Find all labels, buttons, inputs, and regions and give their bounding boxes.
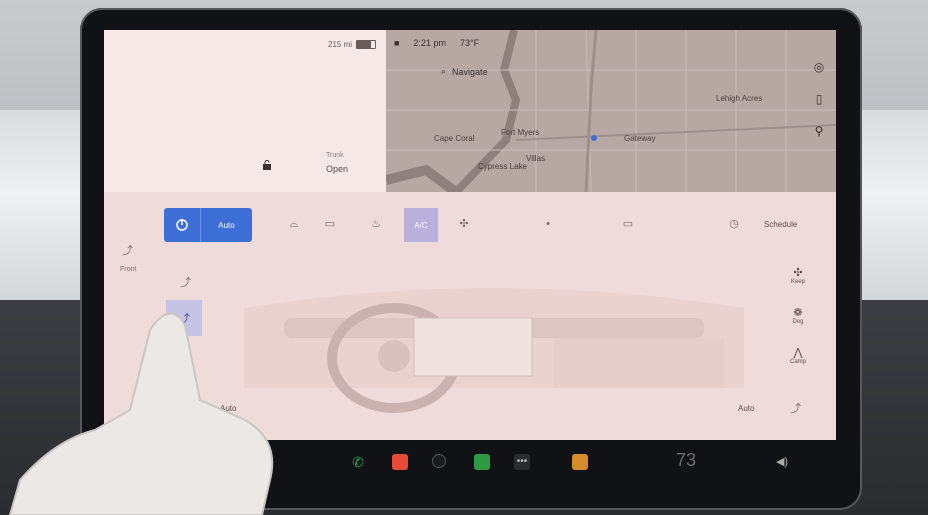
map-label: Gateway <box>624 134 656 143</box>
app-icon-red[interactable] <box>392 454 408 470</box>
navigate-search[interactable]: ⌕ Navigate <box>441 66 488 77</box>
map-roads <box>386 30 836 192</box>
schedule-button[interactable]: Schedule <box>764 220 797 229</box>
pin-icon[interactable]: ⚲ <box>812 124 826 138</box>
left-temp[interactable]: 69 <box>246 450 266 471</box>
camera-icon[interactable] <box>432 454 446 468</box>
clock-text: 2:21 pm <box>413 38 446 48</box>
compass-icon[interactable]: ◎ <box>812 60 826 74</box>
seat-heater-icon[interactable]: ♨ <box>368 216 384 232</box>
lock-status-icon: ■ <box>394 38 400 48</box>
map-label: Fort Myers <box>501 128 540 137</box>
keep-mode-button[interactable]: ✣ Keep <box>784 266 812 285</box>
media-app-icon[interactable] <box>572 454 588 470</box>
battery-indicator: 215 mi <box>328 40 377 49</box>
right-auto-label[interactable]: Auto <box>738 404 754 413</box>
defrost-rear-icon[interactable]: ▭ <box>322 216 338 232</box>
seat-heat-button[interactable]: ⤴ <box>166 300 202 336</box>
right-seat-icon[interactable]: ⤴ <box>790 400 801 416</box>
volume-icon[interactable]: ◀) <box>774 454 790 470</box>
power-icon <box>176 219 188 231</box>
keep-label: Keep <box>790 279 805 285</box>
phone-icon[interactable]: ✆ <box>350 454 366 470</box>
range-text: 215 mi <box>328 40 353 49</box>
outside-temp: 73°F <box>459 38 480 48</box>
trunk-label: Trunk <box>326 152 344 159</box>
lock-icon[interactable] <box>262 160 272 170</box>
camp-mode-button[interactable]: ⋀ Camp <box>784 346 812 365</box>
car-interior-image <box>244 288 744 413</box>
navigate-placeholder: Navigate <box>452 66 488 77</box>
fan-speed-dot[interactable]: • <box>540 216 556 232</box>
more-apps-icon[interactable]: ••• <box>514 454 530 470</box>
touchscreen: 215 mi Trunk Open ■ 2:21 pm 73°F ⌕ Navig… <box>104 30 836 440</box>
recirculate-icon[interactable]: ▭ <box>620 216 636 232</box>
left-auto-label[interactable]: Auto <box>220 404 236 413</box>
energy-app-icon[interactable] <box>474 454 490 470</box>
navigation-map[interactable]: ■ 2:21 pm 73°F ⌕ Navigate Cape Coral For… <box>386 30 836 192</box>
fan-mode-icon: ✣ <box>793 267 803 279</box>
car-status-panel: 215 mi Trunk Open <box>104 30 386 192</box>
battery-icon <box>356 40 377 49</box>
fan-icon[interactable]: ✣ <box>456 216 472 232</box>
defrost-front-icon[interactable]: ⌓ <box>286 216 302 232</box>
power-button[interactable] <box>164 208 201 242</box>
battery-fill <box>357 41 372 48</box>
map-label: Cypress Lake <box>478 162 527 171</box>
taskbar <box>104 440 836 484</box>
map-label: Cape Coral <box>434 134 475 143</box>
ac-button[interactable]: A/C <box>404 208 438 242</box>
search-icon: ⌕ <box>441 66 447 76</box>
charging-icon[interactable]: ▯ <box>812 92 826 106</box>
dog-label: Dog <box>792 319 804 325</box>
seat-icon: ⤴ <box>122 245 133 257</box>
map-status-bar: ■ 2:21 pm 73°F <box>394 38 479 48</box>
map-label: Villas <box>526 154 545 163</box>
climate-power-group: Auto <box>164 208 252 242</box>
camp-label: Camp <box>789 359 806 365</box>
front-label: Front <box>120 266 137 273</box>
dog-mode-button[interactable]: ❁ Dog <box>784 306 812 325</box>
right-temp[interactable]: 73 <box>676 450 696 471</box>
clock-icon[interactable]: ◷ <box>726 216 742 232</box>
seat-heat-icon[interactable]: ⤴ <box>180 274 191 290</box>
map-label: Lehigh Acres <box>716 94 763 103</box>
trunk-open-button[interactable]: Open <box>326 164 348 174</box>
climate-auto-button[interactable]: Auto <box>201 208 252 242</box>
tent-icon: ⋀ <box>793 347 803 359</box>
paw-icon: ❁ <box>793 307 803 319</box>
